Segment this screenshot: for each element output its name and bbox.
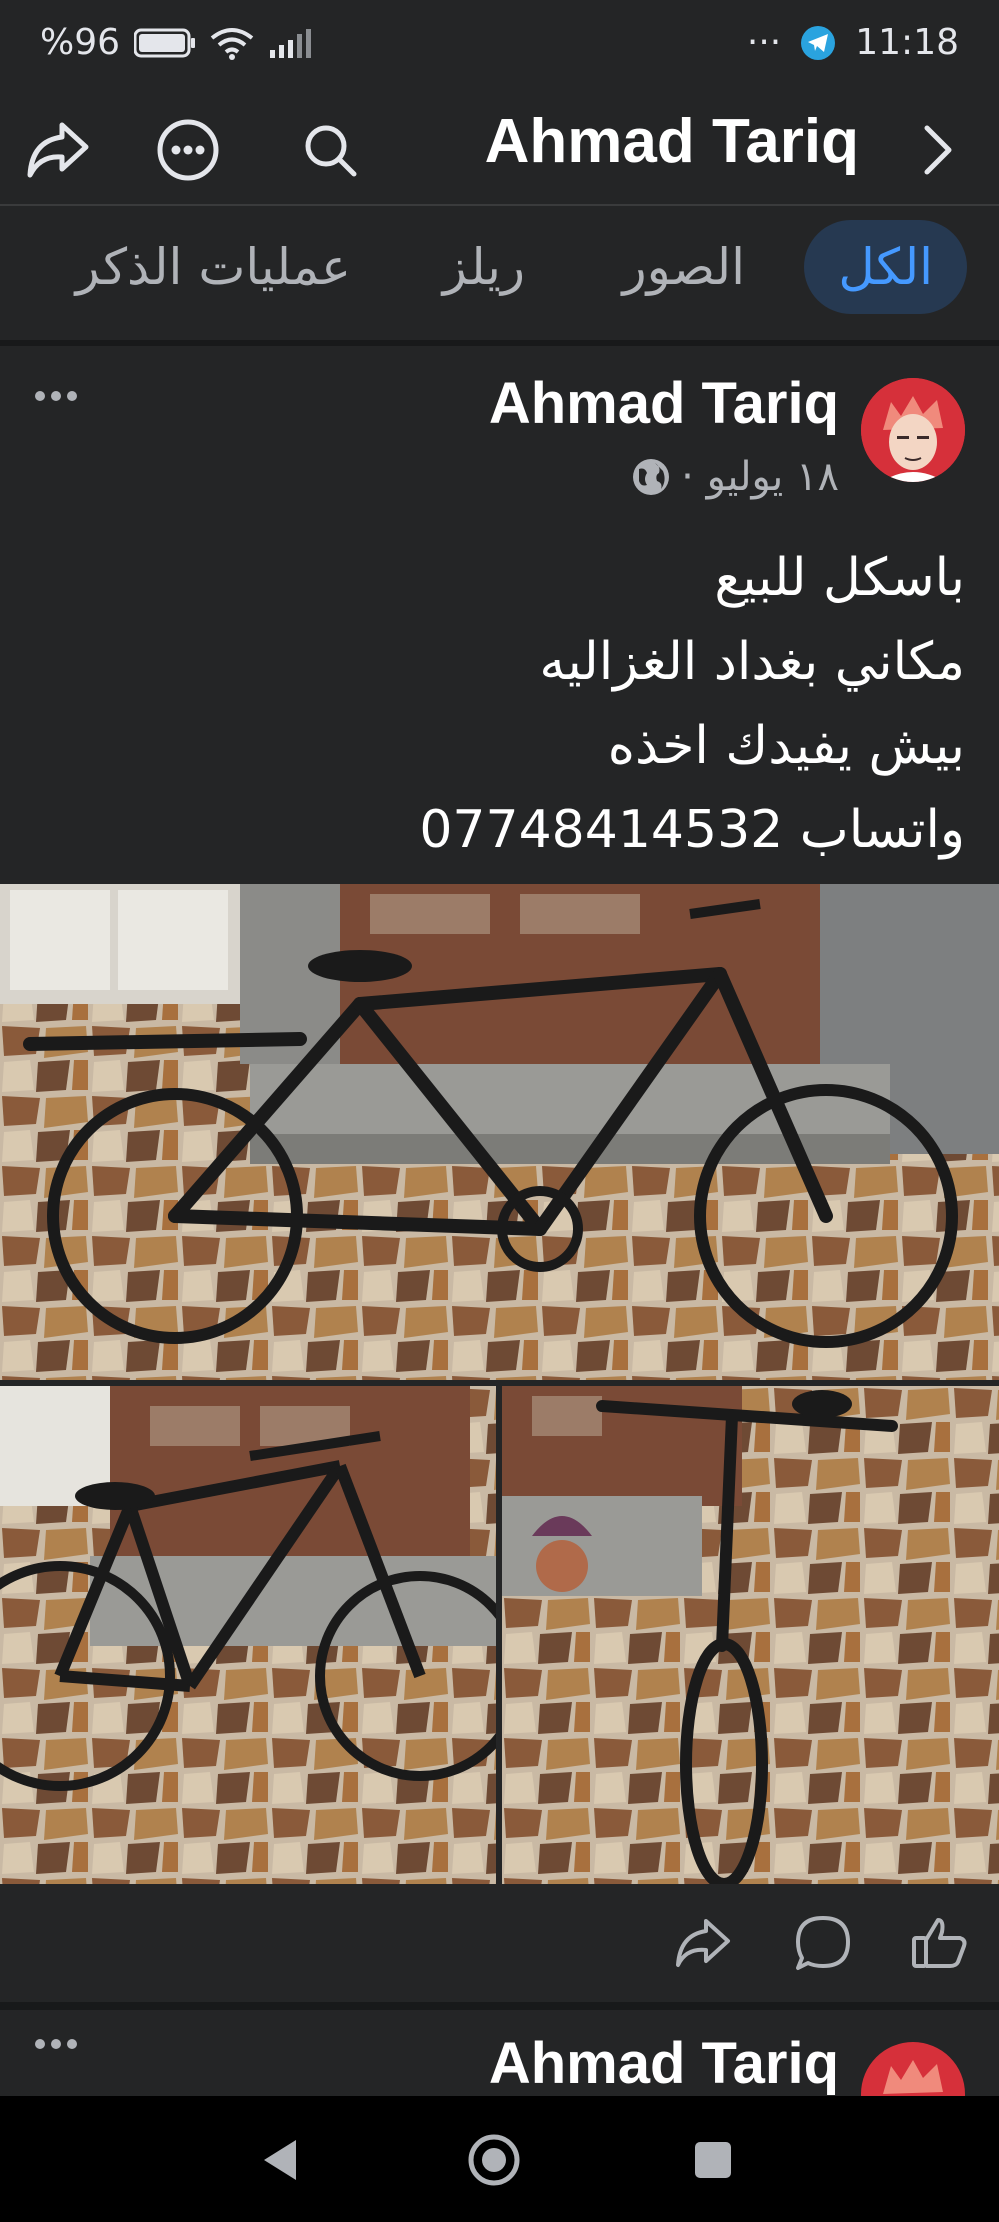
divider — [0, 2002, 999, 2010]
comment-icon[interactable] — [788, 1908, 858, 1978]
status-left: %96 — [40, 22, 316, 63]
signal-icon — [270, 28, 312, 58]
wifi-icon — [210, 27, 254, 60]
more-options-icon[interactable] — [154, 116, 222, 184]
post-line: واتساب 07748414532 — [419, 800, 965, 860]
post-header: Ahmad Tariq — [0, 2010, 999, 2096]
profile-header: Ahmad Tariq — [0, 96, 999, 206]
avatar[interactable] — [861, 378, 965, 482]
page-title: Ahmad Tariq — [484, 107, 859, 176]
battery-percent: %96 — [40, 22, 121, 63]
back-icon[interactable] — [252, 2132, 308, 2188]
like-icon[interactable] — [904, 1908, 974, 1978]
avatar[interactable] — [861, 2042, 965, 2096]
post-actions — [0, 1884, 999, 2002]
profile-tabs: الكل الصور ريلز عمليات الذكر — [0, 206, 999, 338]
search-icon[interactable] — [296, 116, 364, 184]
tab-reels[interactable]: ريلز — [409, 220, 559, 314]
share-icon[interactable] — [24, 116, 92, 184]
post-meta: ١٨ يوليو · — [631, 454, 839, 500]
clock: 11:18 — [855, 22, 959, 63]
tab-mentions[interactable]: عمليات الذكر — [42, 220, 385, 314]
post-line: باسكل للبيع — [714, 548, 965, 608]
post-photo-main[interactable] — [0, 884, 999, 1380]
post-line: مكاني بغداد الغزاليه — [539, 632, 965, 692]
status-bar: %96 ··· 11:18 — [0, 0, 999, 96]
share-icon[interactable] — [668, 1908, 738, 1978]
tab-all[interactable]: الكل — [804, 220, 967, 314]
chevron-right-icon[interactable] — [913, 116, 963, 184]
recents-icon[interactable] — [685, 2132, 741, 2188]
post-line: بيش يفيدك اخذه — [607, 716, 965, 776]
telegram-icon — [801, 25, 836, 60]
globe-icon — [633, 459, 670, 495]
post-author[interactable]: Ahmad Tariq — [489, 370, 839, 437]
battery-icon — [134, 28, 196, 57]
home-icon[interactable] — [466, 2132, 522, 2188]
system-nav-bar — [0, 2096, 999, 2222]
post-more-icon[interactable] — [28, 376, 84, 416]
more-notifications: ··· — [746, 22, 782, 63]
post-author[interactable]: Ahmad Tariq — [489, 2030, 839, 2096]
post-photo-left[interactable] — [0, 1386, 496, 1884]
status-right: ··· 11:18 — [747, 22, 959, 63]
post-photo-right[interactable] — [502, 1386, 999, 1884]
post-more-icon[interactable] — [28, 2024, 84, 2064]
post-text: باسكل للبيع مكاني بغداد الغزاليه بيش يفي… — [35, 536, 965, 872]
post-date[interactable]: ١٨ يوليو · — [681, 454, 839, 500]
tab-photos[interactable]: الصور — [589, 220, 779, 314]
post-header: Ahmad Tariq ١٨ يوليو · — [0, 346, 999, 526]
